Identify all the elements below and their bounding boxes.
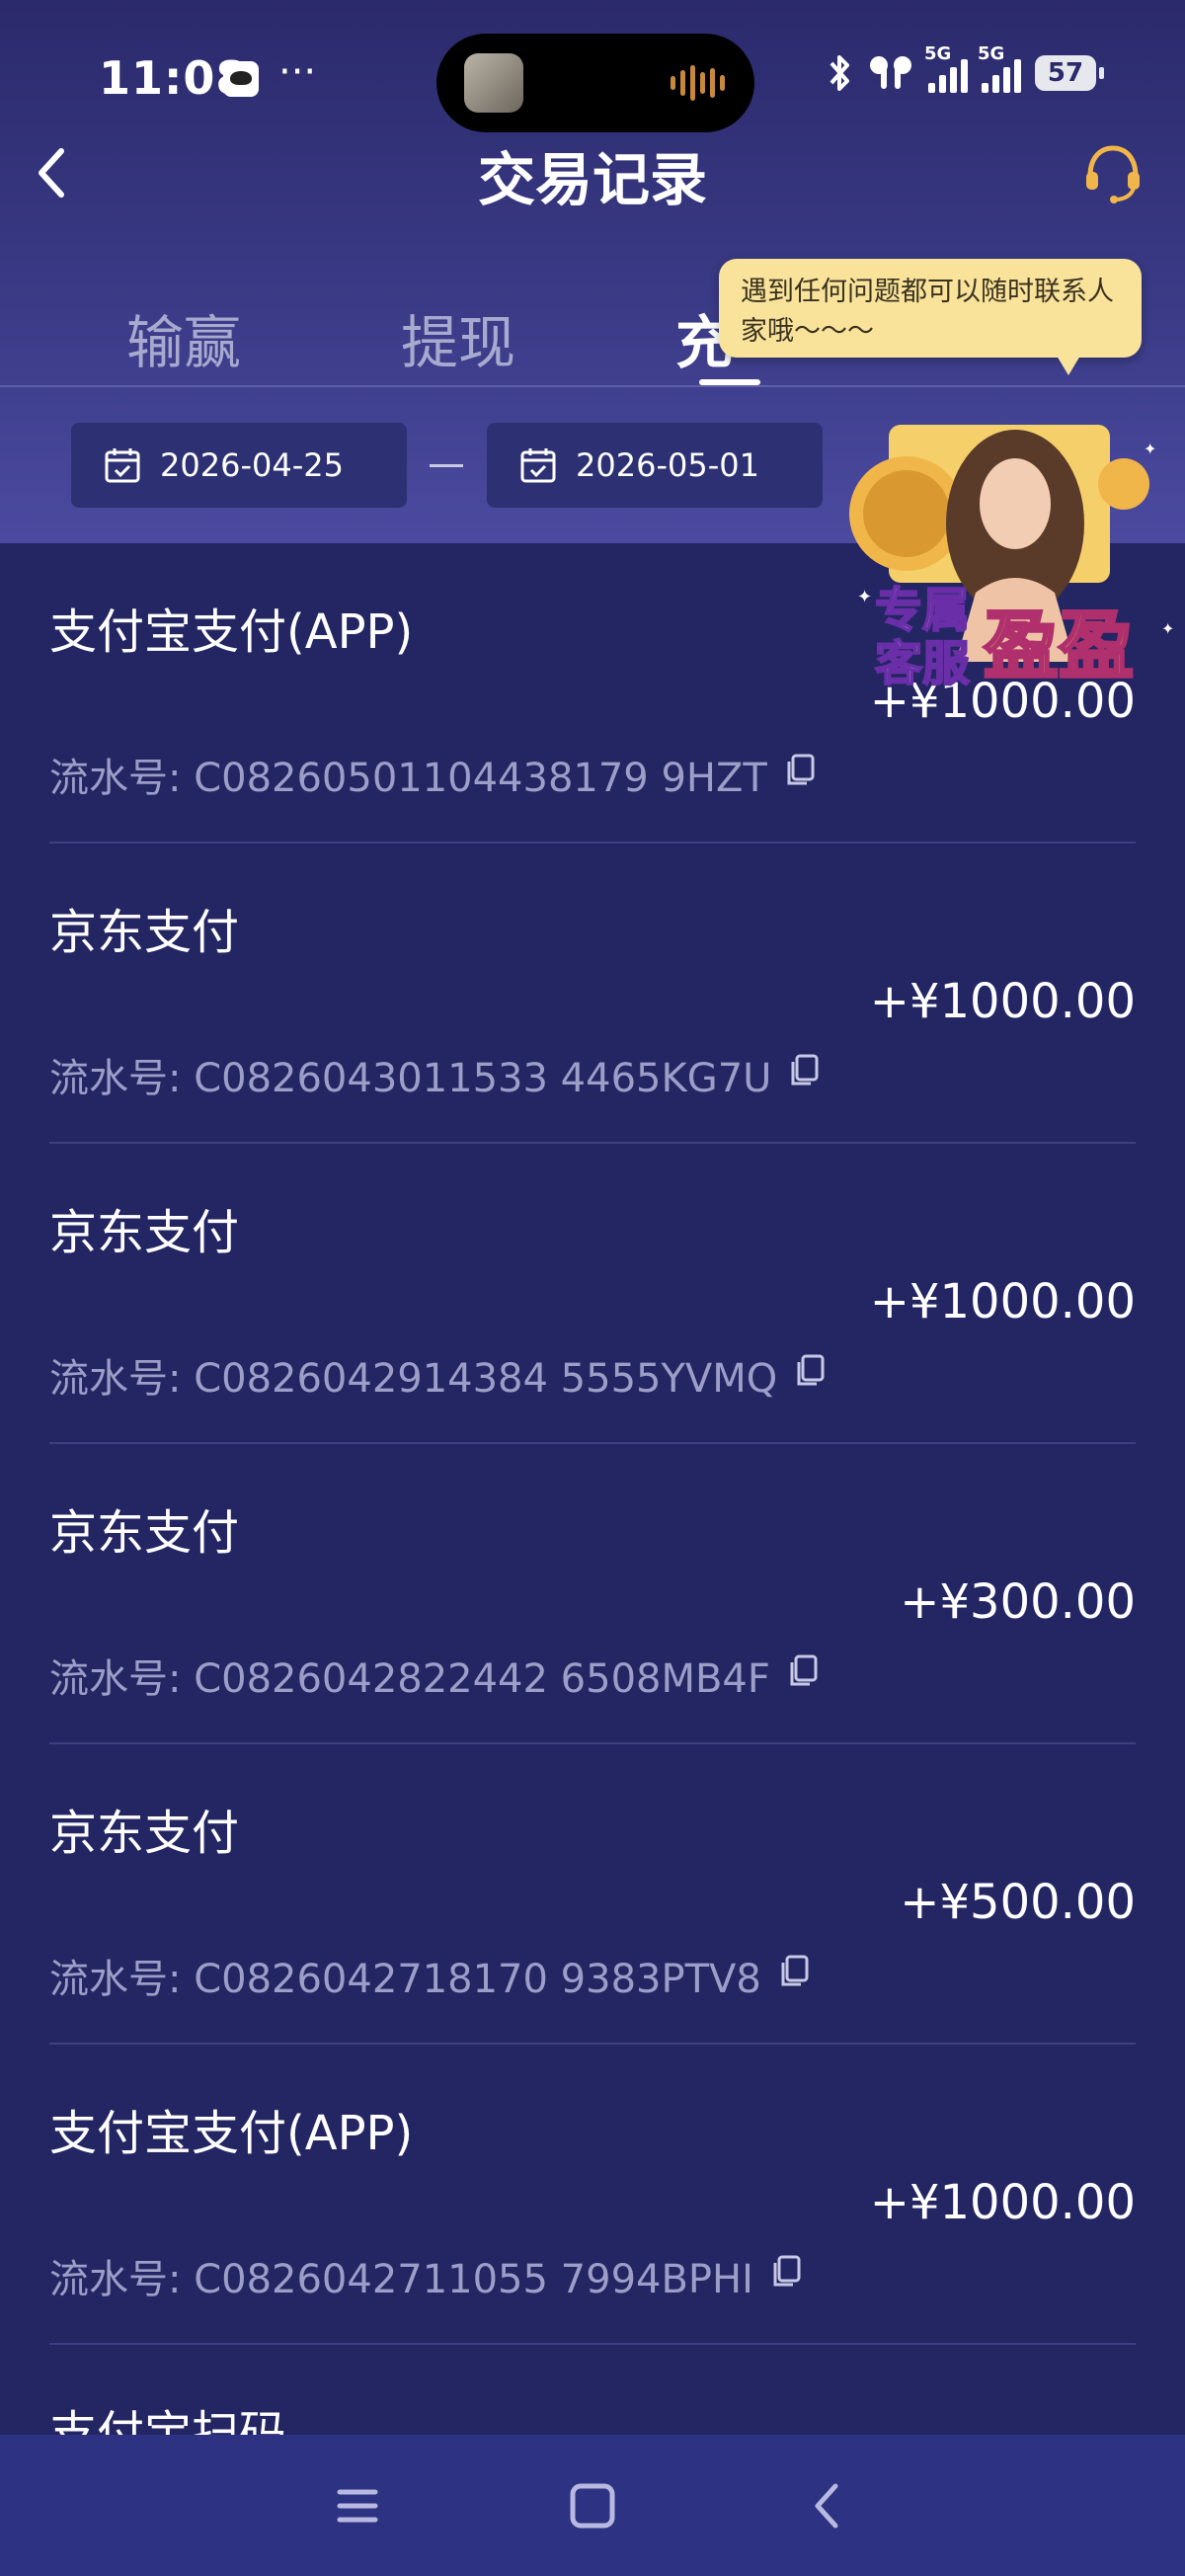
transaction-row[interactable]: 京东支付 +¥1000.00 流水号: C0826042914384 5555YVM…	[0, 1144, 1185, 1444]
badge-name: 盈盈	[983, 601, 1136, 691]
chevron-left-icon	[815, 2483, 838, 2529]
serial-number: 流水号: C0826042718170 9383PTV8	[49, 1957, 761, 2002]
end-date-value: 2026-05-01	[576, 446, 759, 484]
transaction-row[interactable]: 支付宝扫码	[0, 2345, 1185, 2435]
bluetooth-icon	[830, 55, 849, 91]
copy-icon[interactable]	[787, 1052, 823, 1097]
serial-number-line: 流水号: C0826042718170 9383PTV8	[49, 1947, 813, 2004]
serial-number: 流水号: C0826043011533 4465KG7U	[49, 1056, 772, 1101]
serial-number-line: 流水号: C0826042914384 5555YVMQ	[49, 1346, 829, 1404]
end-date-picker[interactable]: 2026-05-01	[487, 423, 823, 508]
transaction-row[interactable]: 支付宝支付(APP) +¥1000.00 流水号: C0826042711055 7…	[0, 2045, 1185, 2345]
calendar-icon	[520, 448, 556, 483]
serial-number: 流水号: C0826042822442 6508MB4F	[49, 1656, 770, 1702]
date-range-separator	[430, 464, 463, 467]
payment-method: 支付宝支付(APP)	[49, 2106, 414, 2161]
network-type-1: 5G	[924, 43, 952, 64]
badge-label-line2: 客服	[874, 635, 971, 692]
headset-icon	[1086, 145, 1140, 203]
copy-icon[interactable]	[793, 1352, 829, 1398]
network-type-2: 5G	[978, 43, 1005, 64]
system-back-button[interactable]	[798, 2476, 857, 2536]
payment-method: 支付宝扫码	[49, 2406, 287, 2435]
tabs-divider	[0, 385, 1185, 387]
status-bar: 11:08 ··· 5G 5G 57	[0, 0, 1185, 148]
dynamic-island	[436, 34, 754, 132]
support-tooltip: 遇到任何问题都可以随时联系人家哦～～～	[719, 259, 1142, 375]
payment-method: 京东支付	[49, 1205, 240, 1260]
transaction-amount: +¥1000.00	[869, 974, 1136, 1029]
payment-method: 支付宝支付(APP)	[49, 604, 414, 660]
signal-strength-icon: 5G	[924, 43, 968, 93]
svg-text:✦: ✦	[857, 587, 872, 607]
battery-icon: 57	[1035, 55, 1104, 91]
customer-service-button[interactable]	[1078, 138, 1147, 207]
home-button[interactable]	[563, 2476, 622, 2536]
copy-icon[interactable]	[783, 752, 819, 797]
serial-number-line: 流水号: C0826042822442 6508MB4F	[49, 1647, 822, 1704]
transaction-amount: +¥500.00	[900, 1875, 1136, 1930]
exclusive-support-badge[interactable]: ✦ ✦ ✦ 专属 客服 盈盈	[828, 405, 1183, 721]
tab-withdraw[interactable]: 提现	[401, 296, 515, 379]
serial-number: 流水号: C08260501104438179 9HZT	[49, 756, 767, 801]
transaction-amount: +¥300.00	[900, 1574, 1136, 1630]
payment-method: 京东支付	[49, 1505, 240, 1561]
transaction-amount: +¥1000.00	[869, 2175, 1136, 2230]
earbuds-icon	[870, 56, 911, 89]
calendar-icon	[105, 448, 140, 483]
status-indicators: 5G 5G 57	[828, 43, 1104, 93]
svg-text:✦: ✦	[1161, 619, 1174, 638]
serial-number: 流水号: C0826042711055 7994BPHI	[49, 2257, 753, 2302]
transaction-row[interactable]: 京东支付 +¥500.00 流水号: C0826042718170 9383PTV8	[0, 1744, 1185, 2045]
payment-method: 京东支付	[49, 1806, 240, 1861]
start-date-value: 2026-04-25	[160, 446, 344, 484]
payment-method: 京东支付	[49, 905, 240, 960]
copy-icon[interactable]	[786, 1652, 822, 1698]
transaction-row[interactable]: 京东支付 +¥300.00 流水号: C0826042822442 6508MB4F	[0, 1444, 1185, 1744]
transaction-row[interactable]: 京东支付 +¥1000.00 流水号: C0826043011533 4465KG7…	[0, 844, 1185, 1144]
svg-text:✦: ✦	[1144, 440, 1156, 458]
start-date-picker[interactable]: 2026-04-25	[71, 423, 407, 508]
notification-app-icon	[223, 61, 259, 97]
recent-apps-button[interactable]	[328, 2476, 387, 2536]
page-title: 交易记录	[477, 146, 707, 213]
signal-strength-icon-2: 5G	[978, 43, 1021, 93]
media-thumbnail	[464, 53, 523, 113]
serial-number-line: 流水号: C0826043011533 4465KG7U	[49, 1046, 823, 1103]
copy-icon[interactable]	[777, 1953, 813, 1998]
serial-number: 流水号: C0826042914384 5555YVMQ	[49, 1356, 778, 1402]
menu-icon	[337, 2489, 378, 2523]
copy-icon[interactable]	[769, 2253, 805, 2298]
system-navigation-bar	[0, 2435, 1185, 2576]
transaction-list: 支付宝支付(APP) +¥1000.00 流水号: C082605011044381…	[0, 543, 1185, 2435]
transaction-amount: +¥1000.00	[869, 1274, 1136, 1329]
serial-number-line: 流水号: C0826042711055 7994BPHI	[49, 2247, 805, 2304]
audio-wave-icon	[671, 63, 725, 103]
serial-number-line: 流水号: C08260501104438179 9HZT	[49, 746, 819, 803]
square-home-icon	[570, 2483, 615, 2529]
more-notifications-icon: ···	[278, 49, 317, 95]
tab-win-loss[interactable]: 输赢	[126, 296, 241, 379]
